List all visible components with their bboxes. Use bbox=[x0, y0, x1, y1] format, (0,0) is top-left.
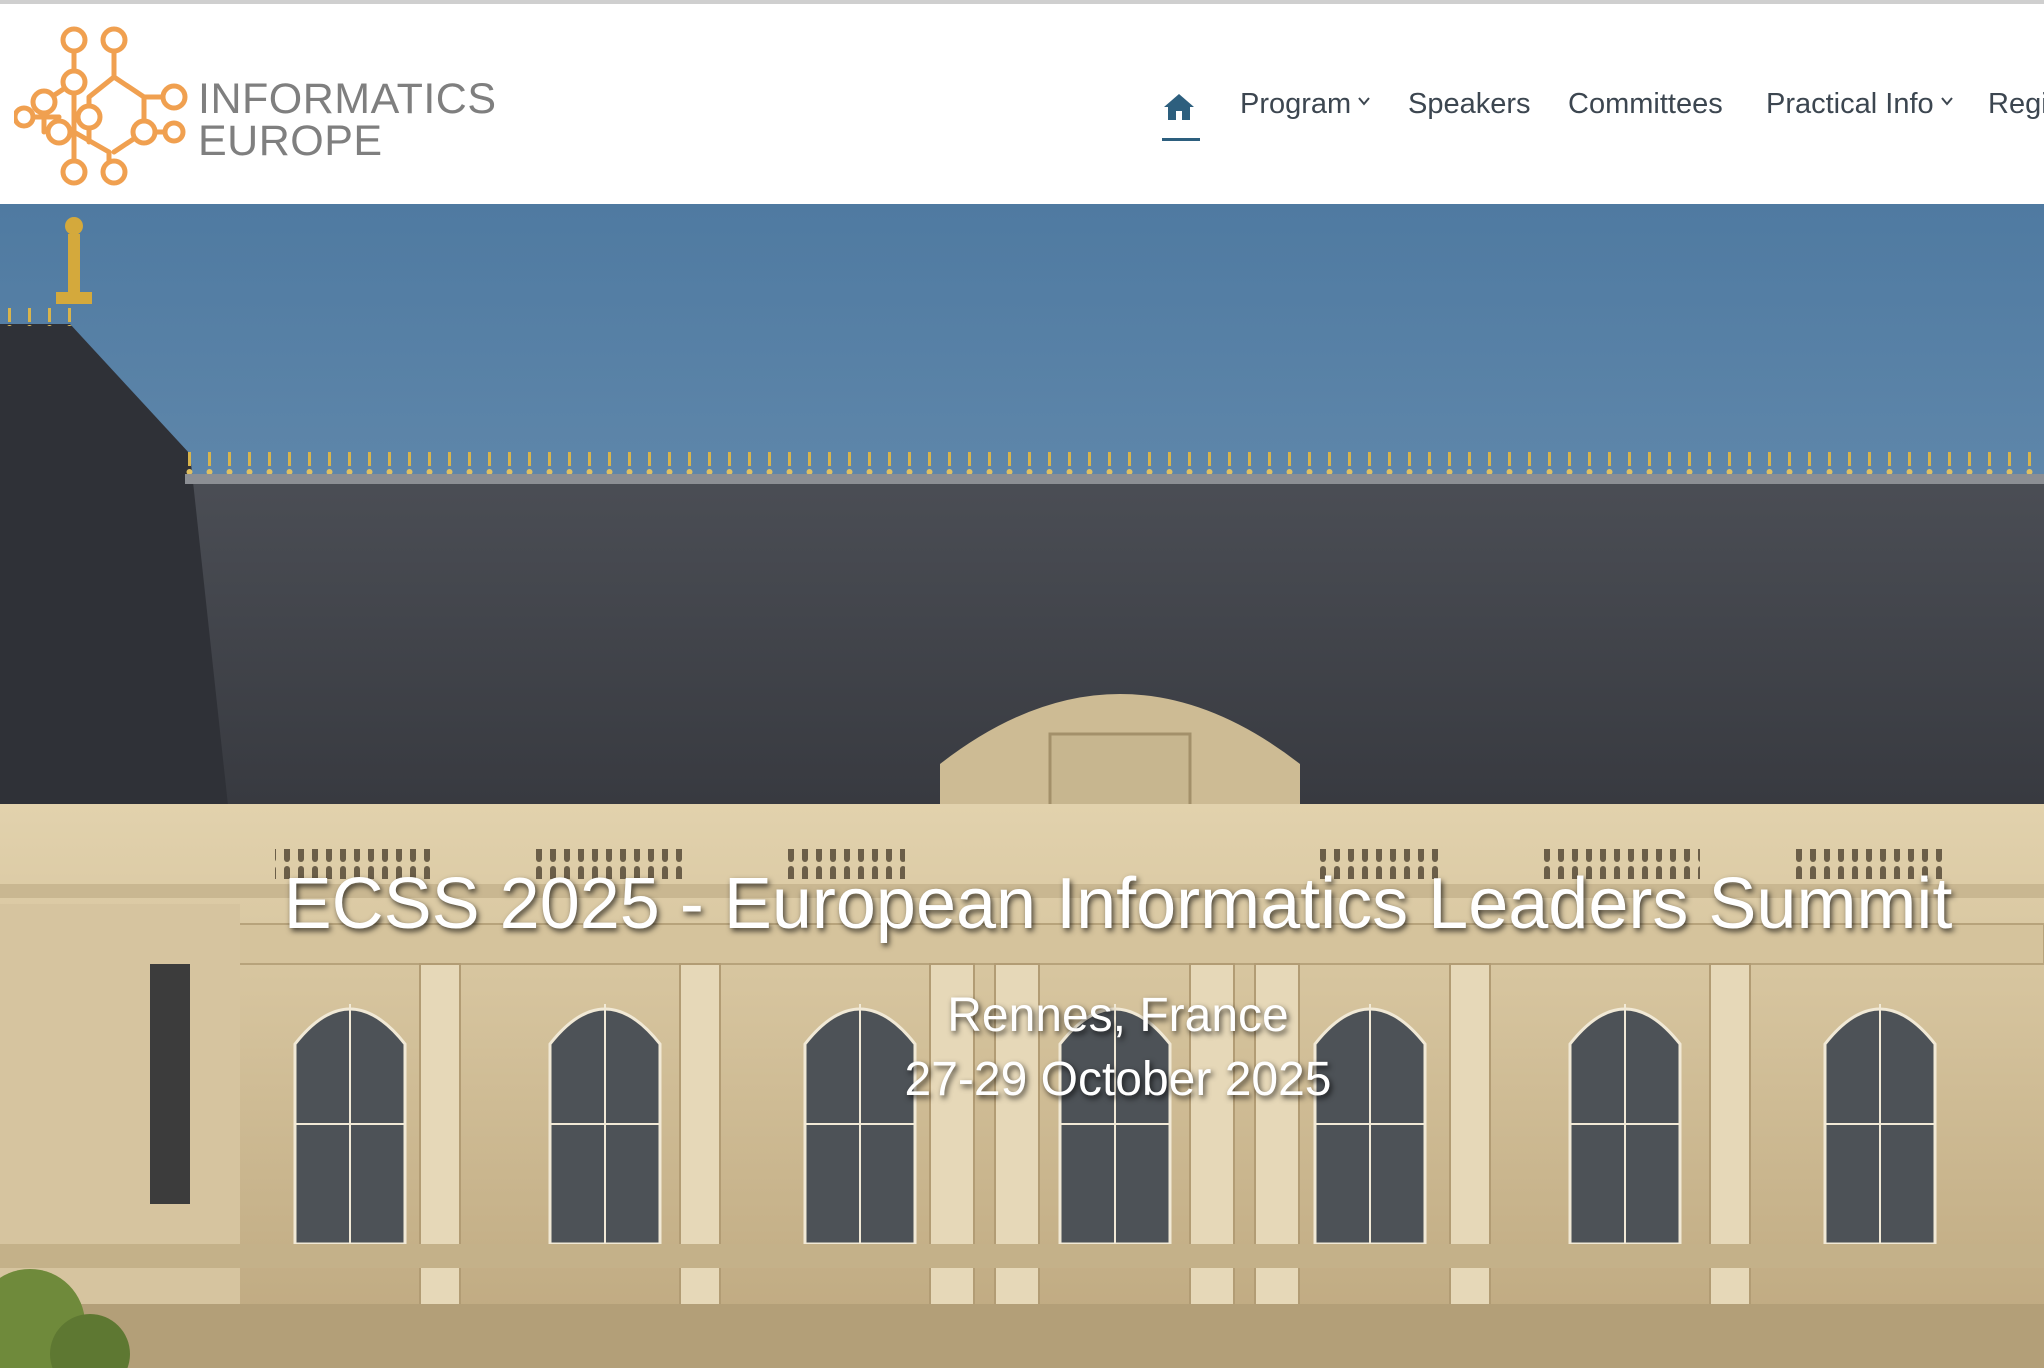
hero-dates: 27-29 October 2025 bbox=[904, 1053, 1332, 1106]
nav-home[interactable] bbox=[1158, 88, 1202, 128]
hero-location: Rennes, France bbox=[947, 989, 1289, 1042]
network-logo-icon bbox=[14, 26, 188, 186]
active-nav-indicator bbox=[1162, 138, 1200, 141]
logo-line-1: INFORMATICS bbox=[198, 75, 497, 123]
hero-title: ECSS 2025 - European Informatics Leaders… bbox=[283, 864, 1953, 944]
nav-program-label: Program bbox=[1240, 88, 1352, 120]
nav-program[interactable]: Program bbox=[1240, 84, 1371, 124]
chevron-down-icon bbox=[1358, 97, 1370, 106]
logo-wordmark: INFORMATICS EUROPE bbox=[198, 75, 497, 165]
chevron-down-icon bbox=[1940, 97, 1953, 106]
home-icon bbox=[1164, 94, 1194, 120]
nav-speakers[interactable]: Speakers bbox=[1408, 84, 1531, 124]
hero-building-image bbox=[0, 204, 2044, 1368]
nav-registration-label: Regi bbox=[1988, 88, 2044, 120]
informatics-europe-logo[interactable]: INFORMATICS EUROPE bbox=[14, 22, 496, 192]
nav-speakers-label: Speakers bbox=[1408, 88, 1531, 120]
hero-banner: ECSS 2025 - European Informatics Leaders… bbox=[0, 204, 2044, 1368]
site-header: INFORMATICS EUROPE Program Speakers Comm… bbox=[0, 4, 2044, 204]
nav-practical-info-label: Practical Info bbox=[1766, 88, 1934, 120]
logo-line-2: EUROPE bbox=[198, 117, 383, 165]
nav-practical-info[interactable]: Practical Info bbox=[1766, 84, 1954, 124]
nav-registration[interactable]: Regi bbox=[1988, 84, 2044, 124]
nav-committees-label: Committees bbox=[1568, 88, 1723, 120]
nav-committees[interactable]: Committees bbox=[1568, 84, 1723, 124]
